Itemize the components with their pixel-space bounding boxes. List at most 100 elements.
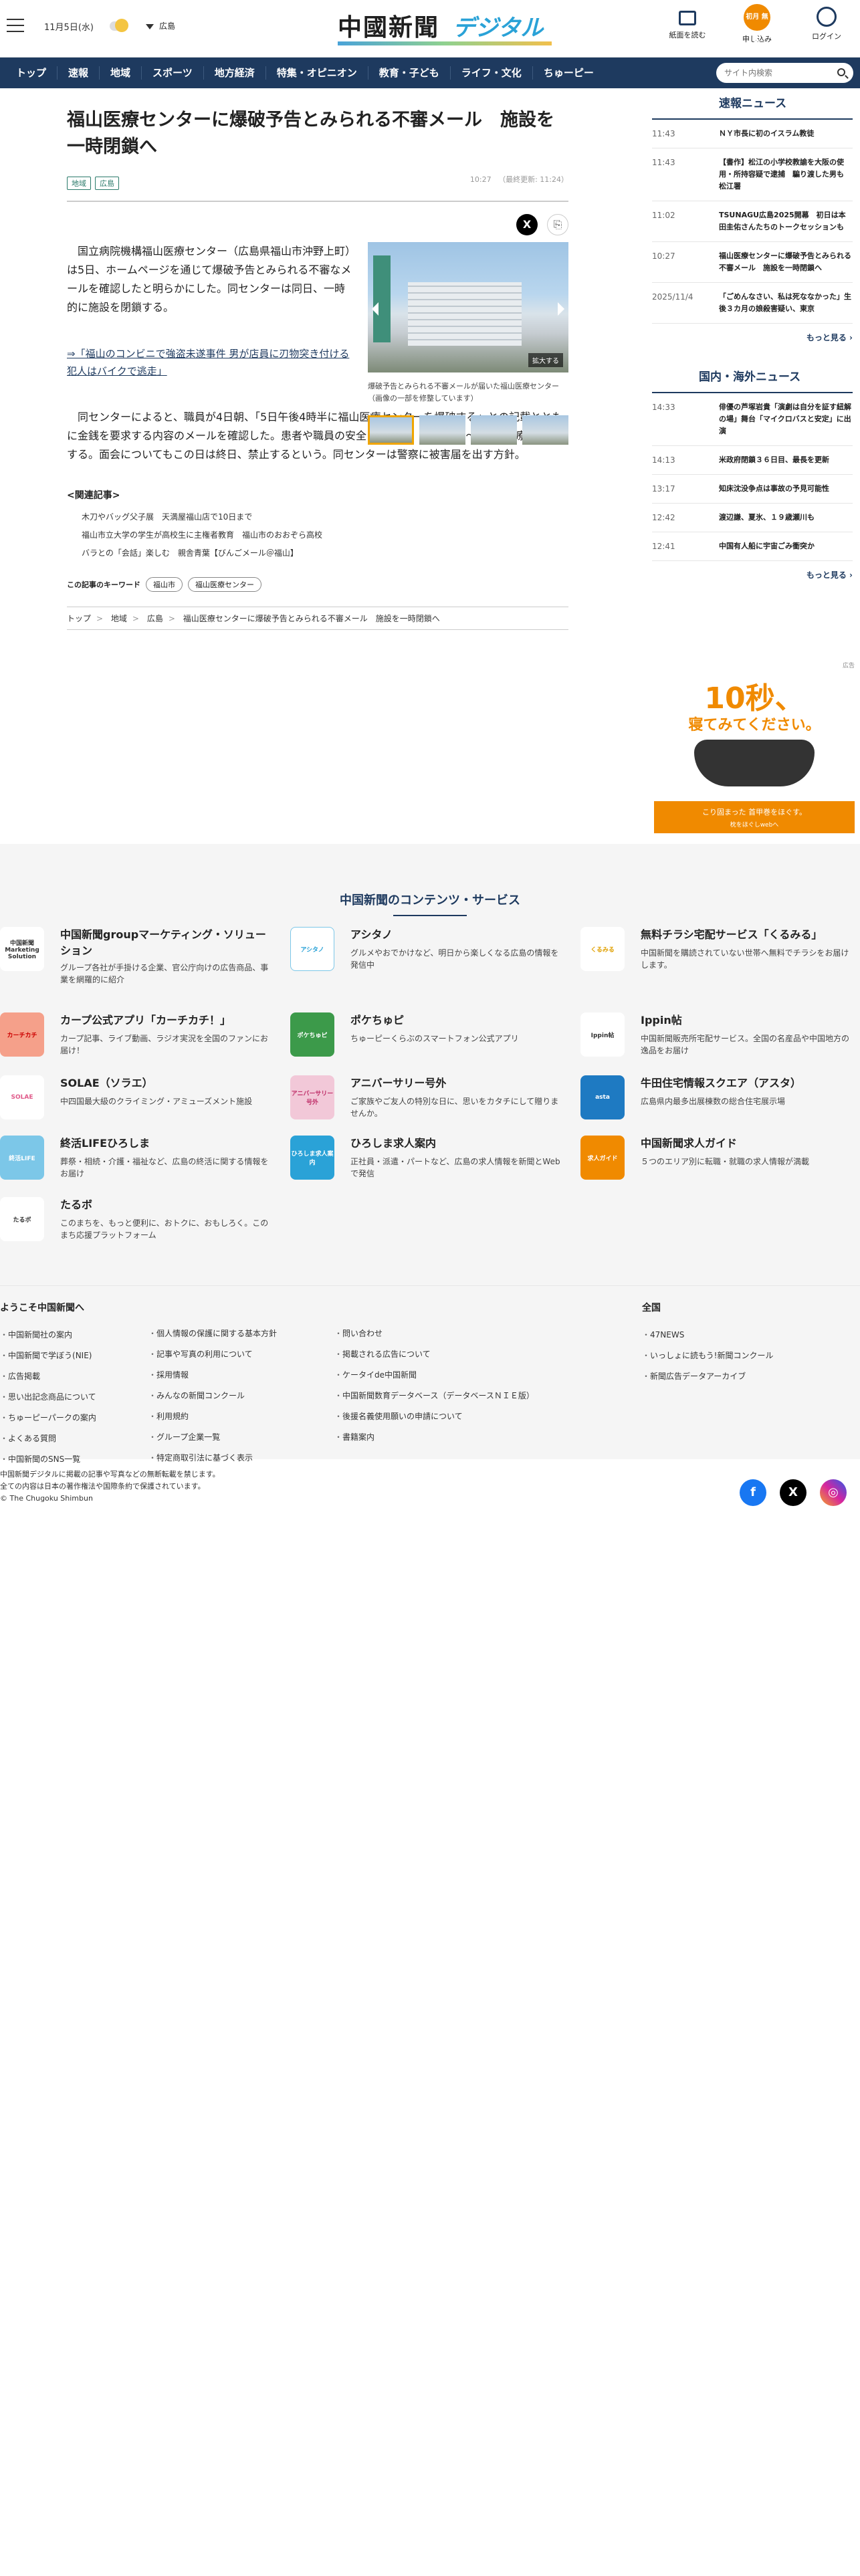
news-item[interactable]: 2025/11/4 「ごめんなさい、私は死ななかった」生後３カ月の娘殺害疑い、東京	[652, 283, 853, 324]
footer-link[interactable]: 後援名義使用願いの申請について	[334, 1406, 534, 1427]
nav-item-life[interactable]: ライフ・文化	[451, 66, 533, 80]
thumbnail[interactable]	[471, 415, 518, 445]
news-item[interactable]: 13:17 知床沈没争点は事故の予見可能性	[652, 475, 853, 504]
footer-link[interactable]: ケータイde中国新聞	[334, 1365, 534, 1386]
news-item[interactable]: 10:27 福山医療センターに爆破予告とみられる不審メール 施設を一時閉鎖へ	[652, 242, 853, 283]
related-item[interactable]: バラとの「会話」楽しむ 親舎青葉【びんごメール＠福山】	[82, 544, 568, 562]
nav-item-breaking[interactable]: 速報	[58, 66, 100, 80]
subscribe-button[interactable]: 初月 無料 申し込み	[737, 4, 777, 47]
keyword-chip[interactable]: 福山市	[146, 577, 183, 592]
footer-link[interactable]: 広告掲載	[0, 1366, 96, 1387]
keyword-chip[interactable]: 福山医療センター	[188, 577, 261, 592]
footer-link[interactable]: 中国新聞社の案内	[0, 1325, 96, 1346]
footer-link[interactable]: 中国新聞数育データベース（データベースＮＩＥ版）	[334, 1386, 534, 1406]
footer-link[interactable]: 中国新聞で学ぼう(NIE)	[0, 1346, 96, 1366]
news-item[interactable]: 14:13 米政府閉鎖３６日目、最長を更新	[652, 446, 853, 475]
tag-region[interactable]: 地域	[67, 177, 91, 190]
tag-hiroshima[interactable]: 広島	[95, 177, 119, 190]
copy-link-icon[interactable]: ⎘	[547, 214, 568, 235]
nav-item-economy[interactable]: 地方経済	[204, 66, 266, 80]
footer-link[interactable]: グループ企業一覧	[148, 1427, 277, 1448]
service-item[interactable]: アシタノ アシタノ グルメやおでかけなど、明日から楽しくなる広島の情報を発信中	[290, 927, 571, 978]
nav-item-opinion[interactable]: 特集・オピニオン	[266, 66, 368, 80]
services-section: 中国新聞のコンテンツ・サービス 中国新聞 Marketing Solution …	[0, 844, 860, 1285]
footer-link[interactable]: 利用規約	[148, 1406, 277, 1427]
ad-button[interactable]: こり固まった 首甲巻をほぐす。 枕をほぐしwebへ	[654, 801, 855, 833]
footer-link[interactable]: 個人情報の保護に関する基本方針	[148, 1323, 277, 1344]
service-item[interactable]: カーチカチ カープ公式アプリ「カーチカチ！」 カープ記事、ライブ動画、ラジオ実況…	[0, 1012, 281, 1063]
x-share-icon[interactable]: X	[516, 214, 538, 235]
breadcrumb-item[interactable]: 広島	[147, 614, 163, 623]
service-item[interactable]: たるボ たるボ このまちを、もっと便利に、おトクに、おもしろく。このまち応援プラ…	[0, 1197, 281, 1248]
footer-link[interactable]: 採用情報	[148, 1365, 277, 1386]
footer-link[interactable]: 特定商取引法に基づく表示	[148, 1448, 277, 1469]
service-item[interactable]: 中国新聞 Marketing Solution 中国新聞groupマーケティング…	[0, 927, 281, 984]
login-icon	[817, 7, 837, 27]
footer-link[interactable]: 掲載される広告について	[334, 1344, 534, 1365]
service-item[interactable]: ポケちゅピ ポケちゅピ ちゅーピーくらぶのスマートフォン公式アプリ	[290, 1012, 571, 1063]
login-button[interactable]: ログイン	[807, 7, 847, 44]
nav-item-education[interactable]: 教育・子ども	[368, 66, 451, 80]
footer-link[interactable]: みんなの新聞コンクール	[148, 1386, 277, 1406]
service-logo: ひろしま求人案内	[290, 1136, 334, 1180]
x-icon[interactable]: X	[780, 1479, 807, 1506]
related-article-link[interactable]: ⇒「福山のコンビニで強盗未遂事件 男が店員に刃物突き付ける 犯人はバイクで逃走」	[67, 345, 354, 380]
service-item[interactable]: Ippin帖 Ippin帖 中国新聞販売所宅配サービス。全国の名産品や中国地方の…	[580, 1012, 860, 1063]
news-item[interactable]: 14:33 俳優の芦塚岩貴「演劇は自分を証す紐解の場」舞台「マイクロバスと安定」に…	[652, 393, 853, 446]
footer-link[interactable]: よくある質問	[0, 1428, 96, 1449]
footer-link[interactable]: 47NEWS	[642, 1325, 773, 1346]
menu-icon[interactable]	[7, 19, 24, 32]
instagram-icon[interactable]: ◎	[820, 1479, 847, 1506]
service-logo: Ippin帖	[580, 1012, 625, 1057]
news-item[interactable]: 11:43 【書作】松江の小学校教諭を大阪の使用・所持容疑で逮捕 騙り渡した男も …	[652, 148, 853, 201]
read-newspaper-button[interactable]: 紙面を読む	[667, 7, 708, 44]
service-item[interactable]: 終活LIFE 終活LIFEひろしま 葬祭・相続・介護・福祉など、広島の終活に関す…	[0, 1136, 281, 1186]
footer-link[interactable]: 記事や写真の利用について	[148, 1344, 277, 1365]
news-item[interactable]: 12:41 中国有人船に宇宙ごみ衝突か	[652, 532, 853, 561]
advertisement[interactable]: 広告 10秒、 寝てみてください。 こり固まった 首甲巻をほぐす。 枕をほぐしwe…	[654, 661, 855, 833]
search-icon[interactable]	[837, 68, 845, 76]
service-item[interactable]: くるみる 無料チラシ宅配サービス「くるみる」 中国新聞を購読されていない世帯へ無…	[580, 927, 860, 978]
news-item[interactable]: 12:42 渡辺謙、夏氷、１９歳瀬川も	[652, 504, 853, 532]
weather-icon[interactable]	[107, 16, 136, 33]
thumbnail[interactable]	[419, 415, 466, 445]
service-item[interactable]: アニバーサリー号外 アニバーサリー号外 ご家族やご友人の特別な日に、思いをカタチ…	[290, 1075, 571, 1126]
thumbnail[interactable]	[368, 415, 415, 445]
facebook-icon[interactable]: f	[740, 1479, 766, 1506]
related-title: <関連記事>	[67, 490, 120, 501]
nav-item-region[interactable]: 地域	[100, 66, 142, 80]
breadcrumb-item[interactable]: トップ	[67, 614, 91, 623]
related-item[interactable]: 木刀やバッグ父子展 天満屋福山店で10日まで	[82, 508, 568, 526]
nav-item-top[interactable]: トップ	[5, 66, 58, 80]
footer-link[interactable]: 新聞広告データアーカイブ	[642, 1366, 773, 1387]
more-link[interactable]: もっと見る ›	[652, 332, 853, 343]
footer-link[interactable]: ちゅーピーパークの案内	[0, 1408, 96, 1428]
region-selector[interactable]: 広島	[146, 20, 175, 31]
thumbnail[interactable]	[522, 415, 569, 445]
footer-link[interactable]: 問い合わせ	[334, 1323, 534, 1344]
news-item[interactable]: 11:43 ＮＹ市長に初のイスラム教徒	[652, 120, 853, 148]
nav-item-sports[interactable]: スポーツ	[142, 66, 204, 80]
service-item[interactable]: SOLAE SOLAE（ソラエ） 中四国最大級のクライミング・アミューズメント施…	[0, 1075, 281, 1126]
breadcrumb-item[interactable]: 地域	[111, 614, 127, 623]
enlarge-button[interactable]: 拡大する	[528, 353, 563, 367]
footer-link[interactable]: 中国新聞のSNS一覧	[0, 1449, 96, 1470]
footer-link[interactable]: いっしょに読もう!新聞コンクール	[642, 1346, 773, 1366]
footer-link[interactable]: 書籍案内	[334, 1427, 534, 1448]
related-item[interactable]: 福山市立大学の学生が高校生に主権者教育 福山市のおおぞら高校	[82, 526, 568, 544]
site-logo[interactable]: 中國新聞 デジタル	[338, 8, 552, 45]
service-logo: 終活LIFE	[0, 1136, 44, 1180]
prev-photo-icon[interactable]	[372, 302, 379, 316]
service-item[interactable]: ひろしま求人案内 ひろしま求人案内 正社員・派遣・パートなど、広島の求人情報を新…	[290, 1136, 571, 1186]
next-photo-icon[interactable]	[558, 302, 564, 316]
news-item[interactable]: 11:02 TSUNAGU広島2025開幕 初日は本田圭佑さんたちのトークセッショ…	[652, 201, 853, 242]
service-item[interactable]: asta 牛田住宅情報スクエア（アスタ） 広島県内最多出展棟数の総合住宅展示場	[580, 1075, 860, 1126]
intl-news-list: 14:33 俳優の芦塚岩貴「演劇は自分を証す紐解の場」舞台「マイクロバスと安定」に…	[652, 393, 853, 561]
footer-link[interactable]: 思い出記念商品について	[0, 1387, 96, 1408]
more-link[interactable]: もっと見る ›	[652, 569, 853, 580]
nav-item-chupy[interactable]: ちゅーピー	[533, 66, 605, 80]
service-item[interactable]: 求人ガイド 中国新聞求人ガイド ５つのエリア別に転職・就職の求人情報が満載	[580, 1136, 860, 1186]
main-photo[interactable]: 拡大する	[368, 242, 568, 372]
main-nav: トップ 速報 地域 スポーツ 地方経済 特集・オピニオン 教育・子ども ライフ・…	[0, 58, 860, 88]
search-input[interactable]	[724, 63, 831, 83]
